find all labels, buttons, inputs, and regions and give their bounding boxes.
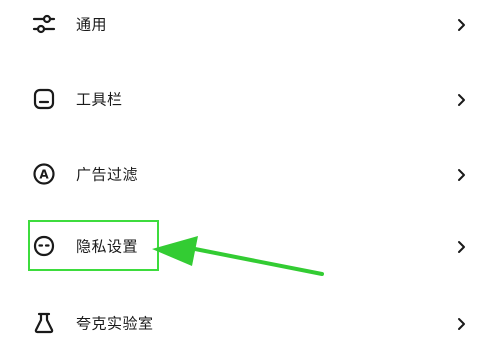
- menu-item-label: 工具栏: [76, 90, 123, 109]
- menu-item-label: 夸克实验室: [76, 314, 154, 333]
- svg-text:A: A: [39, 168, 49, 182]
- chevron-right-icon: [456, 17, 468, 31]
- flask-icon: [31, 310, 57, 336]
- sliders-icon: [31, 11, 57, 37]
- toolbar-icon: [31, 86, 57, 112]
- menu-item-toolbar[interactable]: 工具栏: [0, 69, 500, 129]
- chevron-right-icon: [456, 316, 468, 330]
- menu-item-ad-filter[interactable]: A 广告过滤: [0, 144, 500, 204]
- chevron-right-icon: [456, 239, 468, 253]
- menu-item-general[interactable]: 通用: [0, 0, 500, 54]
- chevron-right-icon: [456, 92, 468, 106]
- menu-item-label: 广告过滤: [76, 165, 139, 184]
- highlight-box: [28, 220, 159, 271]
- ad-filter-icon: A: [31, 161, 57, 187]
- menu-item-label: 通用: [76, 15, 108, 34]
- settings-screen: 通用 工具栏 A 广告过滤 隐私设置 夸克实验室: [0, 0, 500, 350]
- menu-item-lab[interactable]: 夸克实验室: [0, 293, 500, 350]
- chevron-right-icon: [456, 167, 468, 181]
